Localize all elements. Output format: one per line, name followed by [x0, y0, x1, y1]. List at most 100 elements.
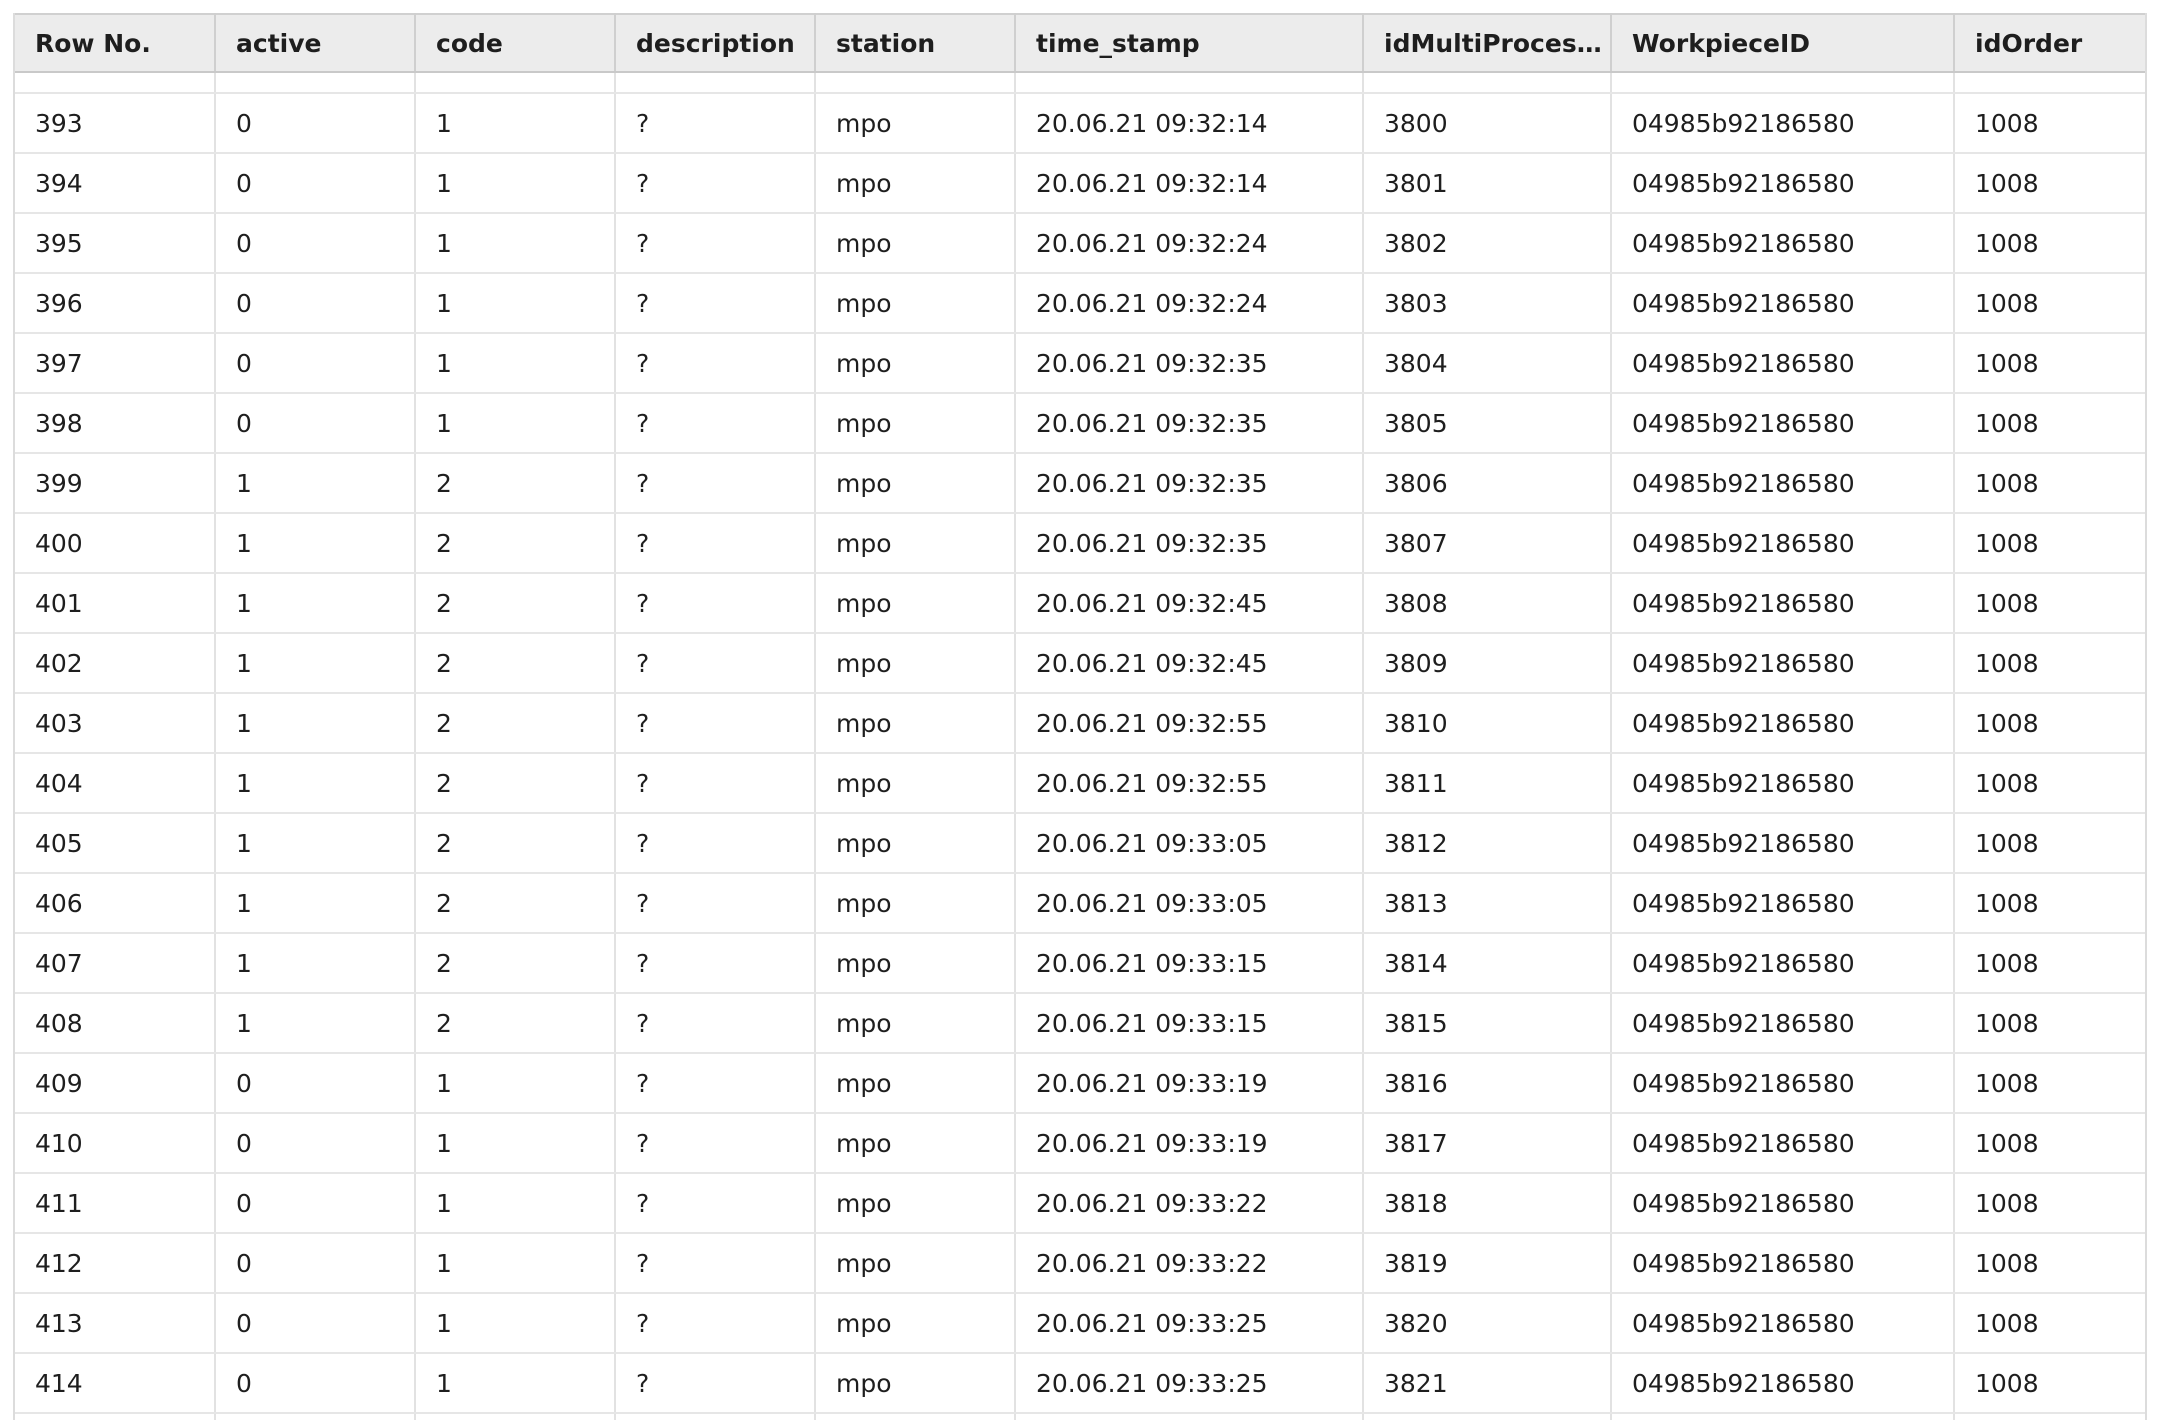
description-cell: ?	[615, 633, 816, 694]
table-row[interactable]: 413 0 1? mpo 20.06.21 09:33:25 3820 04985b9218…	[15, 1293, 2145, 1354]
code-cell: 2	[415, 573, 616, 634]
table-row[interactable]: 401 1 2? mpo 20.06.21 09:32:45 3808 04985b9218…	[15, 573, 2145, 634]
station-cell: mpo	[815, 393, 1016, 454]
station-cell: mpo	[815, 93, 1016, 154]
id-order-cell: 1008	[1954, 393, 2145, 454]
table-row[interactable]: 394 0 1? mpo 20.06.21 09:32:14 3801 04985b9218…	[15, 153, 2145, 214]
table-row[interactable]: 405 1 2? mpo 20.06.21 09:33:05 3812 04985b9218…	[15, 813, 2145, 874]
id-multi-processing-cell: 3800	[1363, 93, 1612, 154]
table-row[interactable]: 399 1 2? mpo 20.06.21 09:32:35 3806 04985b9218…	[15, 453, 2145, 514]
time-stamp-cell: 20.06.21 09:33:25	[1015, 1293, 1364, 1354]
table-row[interactable]: 393 0 1? mpo 20.06.21 09:32:14 3800 04985b9218…	[15, 93, 2145, 154]
row-no-cell: 398	[15, 393, 216, 454]
id-order-cell: 1008	[1954, 1053, 2145, 1114]
workpiece-id-cell: 04985b92186580	[1611, 1353, 1955, 1414]
id-multi-processing-cell: 3808	[1363, 573, 1612, 634]
active-cell: 0	[215, 1233, 416, 1294]
table-row[interactable]: 407 1 2? mpo 20.06.21 09:33:15 3814 04985b9218…	[15, 933, 2145, 994]
description-cell: ?	[615, 993, 816, 1054]
workpiece-id-cell: 04985b92186580	[1611, 513, 1955, 574]
column-header-time-stamp[interactable]: time_stamp	[1015, 13, 1364, 73]
column-header-workpiece-id[interactable]: WorkpieceID	[1611, 13, 1955, 73]
table-row[interactable]: 402 1 2? mpo 20.06.21 09:32:45 3809 04985b9218…	[15, 633, 2145, 694]
id-order-cell: 1008	[1954, 1113, 2145, 1174]
column-header-row-no[interactable]: Row No.	[15, 13, 216, 73]
description-cell: ?	[615, 1293, 816, 1354]
table-row[interactable]: 398 0 1? mpo 20.06.21 09:32:35 3805 04985b9218…	[15, 393, 2145, 454]
code-cell: 1	[415, 1233, 616, 1294]
workpiece-id-cell: 04985b92186580	[1611, 153, 1955, 214]
column-header-id-multi-processing[interactable]: idMultiProcessi…	[1363, 13, 1612, 73]
description-cell: ?	[615, 153, 816, 214]
table-row[interactable]: 409 0 1? mpo 20.06.21 09:33:19 3816 04985b9218…	[15, 1053, 2145, 1114]
table-row[interactable]: 400 1 2? mpo 20.06.21 09:32:35 3807 04985b9218…	[15, 513, 2145, 574]
table-row[interactable]: 404 1 2? mpo 20.06.21 09:32:55 3811 04985b9218…	[15, 753, 2145, 814]
description-cell: ?	[615, 453, 816, 514]
table-row[interactable]: 408 1 2? mpo 20.06.21 09:33:15 3815 04985b9218…	[15, 993, 2145, 1054]
table-row[interactable]: 403 1 2? mpo 20.06.21 09:32:55 3810 04985b9218…	[15, 693, 2145, 754]
code-cell: 2	[415, 873, 616, 934]
table-row-partial-top[interactable]	[15, 72, 2145, 94]
row-no-cell: 397	[15, 333, 216, 394]
workpiece-id-cell: 04985b92186580	[1611, 213, 1955, 274]
table-row[interactable]: 412 0 1? mpo 20.06.21 09:33:22 3819 04985b9218…	[15, 1233, 2145, 1294]
code-cell: 2	[415, 813, 616, 874]
table-row[interactable]: 397 0 1? mpo 20.06.21 09:32:35 3804 04985b9218…	[15, 333, 2145, 394]
station-cell: mpo	[815, 1233, 1016, 1294]
table-row[interactable]: 406 1 2? mpo 20.06.21 09:33:05 3813 04985b9218…	[15, 873, 2145, 934]
id-multi-processing-cell: 3801	[1363, 153, 1612, 214]
description-cell: ?	[615, 753, 816, 814]
time-stamp-cell: 20.06.21 09:33:22	[1015, 1233, 1364, 1294]
workpiece-id-cell: 04985b92186580	[1611, 1113, 1955, 1174]
workpiece-id-cell: 04985b92186580	[1611, 693, 1955, 754]
station-cell: mpo	[815, 813, 1016, 874]
table-row[interactable]: 411 0 1? mpo 20.06.21 09:33:22 3818 04985b9218…	[15, 1173, 2145, 1234]
code-cell: 2	[415, 993, 616, 1054]
column-header-station[interactable]: station	[815, 13, 1016, 73]
active-cell: 0	[215, 1293, 416, 1354]
id-multi-processing-cell: 3817	[1363, 1113, 1612, 1174]
row-no-cell: 412	[15, 1233, 216, 1294]
description-cell: ?	[615, 1053, 816, 1114]
station-cell: mpo	[815, 933, 1016, 994]
table-row[interactable]: 396 0 1? mpo 20.06.21 09:32:24 3803 04985b9218…	[15, 273, 2145, 334]
station-cell: mpo	[815, 1353, 1016, 1414]
id-order-cell: 1008	[1954, 273, 2145, 334]
id-multi-processing-cell: 3814	[1363, 933, 1612, 994]
id-order-cell: 1008	[1954, 753, 2145, 814]
column-header-active[interactable]: active	[215, 13, 416, 73]
description-cell: ?	[615, 333, 816, 394]
station-cell: mpo	[815, 1113, 1016, 1174]
id-order-cell: 1008	[1954, 993, 2145, 1054]
row-no-cell: 407	[15, 933, 216, 994]
active-cell: 0	[215, 93, 416, 154]
table-row[interactable]: 410 0 1? mpo 20.06.21 09:33:19 3817 04985b9218…	[15, 1113, 2145, 1174]
table-row[interactable]: 414 0 1? mpo 20.06.21 09:33:25 3821 04985b9218…	[15, 1353, 2145, 1414]
workpiece-id-cell: 04985b92186580	[1611, 93, 1955, 154]
station-cell: mpo	[815, 573, 1016, 634]
table-row[interactable]: 395 0 1? mpo 20.06.21 09:32:24 3802 04985b9218…	[15, 213, 2145, 274]
id-multi-processing-cell: 3815	[1363, 993, 1612, 1054]
time-stamp-cell: 20.06.21 09:32:35	[1015, 453, 1364, 514]
row-no-cell: 406	[15, 873, 216, 934]
id-multi-processing-cell: 3805	[1363, 393, 1612, 454]
column-header-description[interactable]: description	[615, 13, 816, 73]
station-cell: mpo	[815, 153, 1016, 214]
row-no-cell: 409	[15, 1053, 216, 1114]
data-table-viewport[interactable]: Row No. active code description station …	[13, 13, 2147, 1420]
table-body: 393 0 1? mpo 20.06.21 09:32:14 3800 04985b9218…	[15, 72, 2145, 1420]
column-header-code[interactable]: code	[415, 13, 616, 73]
station-cell: mpo	[815, 213, 1016, 274]
table-row-partial-bottom[interactable]	[15, 1413, 2145, 1420]
data-table: Row No. active code description station …	[15, 13, 2145, 1420]
active-cell: 0	[215, 1173, 416, 1234]
time-stamp-cell: 20.06.21 09:33:19	[1015, 1113, 1364, 1174]
code-cell: 1	[415, 1293, 616, 1354]
time-stamp-cell: 20.06.21 09:32:55	[1015, 753, 1364, 814]
time-stamp-cell: 20.06.21 09:33:19	[1015, 1053, 1364, 1114]
id-multi-processing-cell: 3820	[1363, 1293, 1612, 1354]
workpiece-id-cell: 04985b92186580	[1611, 753, 1955, 814]
time-stamp-cell: 20.06.21 09:33:05	[1015, 873, 1364, 934]
station-cell: mpo	[815, 753, 1016, 814]
column-header-id-order[interactable]: idOrder	[1954, 13, 2145, 73]
